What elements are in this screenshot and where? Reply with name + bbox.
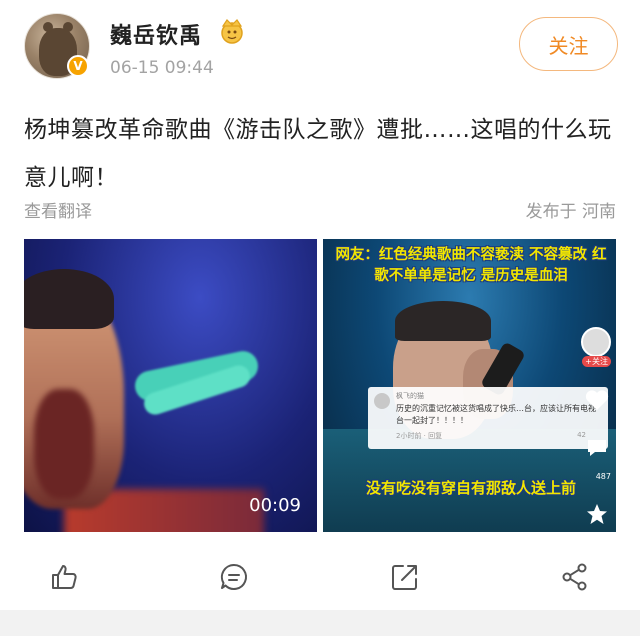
repost-icon bbox=[392, 565, 417, 590]
caption-top: 网友：红色经典歌曲不容亵渎 不容篡改 红歌不单单是记忆 是历史是血泪 bbox=[335, 247, 607, 284]
comment-icon bbox=[220, 563, 247, 590]
like-button[interactable] bbox=[44, 555, 84, 599]
post-location: 发布于 河南 bbox=[525, 202, 616, 222]
comment-meta: 2小时前 · 回复 bbox=[396, 432, 443, 440]
username[interactable]: 巍岳钦禹 bbox=[110, 18, 202, 50]
comment-name: 枫飞的猫 bbox=[396, 392, 424, 400]
follow-button[interactable]: 关注 bbox=[519, 17, 618, 71]
post-header: V 巍岳钦禹 06-15 09:44 关注 bbox=[0, 0, 640, 92]
comment-text: 历史的沉重记忆被这货唱成了快乐…台，应该让所有电视台一起封了！！！！ bbox=[396, 404, 596, 425]
like-icon bbox=[52, 565, 77, 589]
share-icon bbox=[562, 563, 587, 591]
star-icon bbox=[584, 501, 610, 527]
video-thumbnail[interactable]: 00:09 bbox=[24, 239, 317, 532]
singer-hair bbox=[395, 301, 491, 341]
performer-hair bbox=[24, 269, 114, 329]
comment-button[interactable] bbox=[214, 555, 254, 599]
action-bar bbox=[0, 555, 640, 599]
post-text: 杨坤篡改革命歌曲《游击队之歌》遭批……这唱的什么玩意儿啊！ bbox=[24, 117, 612, 191]
verified-badge: V bbox=[67, 55, 89, 77]
caption-bottom: 没有吃没有穿自有那敌人送上前 bbox=[365, 479, 576, 497]
post-timestamp: 06-15 09:44 bbox=[110, 58, 214, 78]
translate-link[interactable]: 查看翻译 bbox=[24, 197, 92, 222]
video-duration: 00:09 bbox=[249, 495, 301, 516]
comment-bubble-icon bbox=[584, 435, 610, 461]
image-thumbnail[interactable]: 网友：红色经典歌曲不容亵渎 不容篡改 红歌不单单是记忆 是历史是血泪 枫飞的猫 … bbox=[323, 239, 616, 532]
performer-hand bbox=[34, 389, 94, 499]
bottom-divider bbox=[0, 610, 640, 636]
comment-avatar bbox=[374, 393, 390, 409]
heart-icon bbox=[584, 387, 610, 413]
comment-card: 枫飞的猫 历史的沉重记忆被这货唱成了快乐…台，应该让所有电视台一起封了！！！！ … bbox=[368, 387, 608, 449]
side-follow: +关注 bbox=[582, 356, 611, 367]
share-button[interactable] bbox=[555, 555, 595, 599]
repost-button[interactable] bbox=[385, 555, 425, 599]
side-avatar bbox=[581, 327, 611, 357]
crown-icon bbox=[221, 19, 243, 44]
